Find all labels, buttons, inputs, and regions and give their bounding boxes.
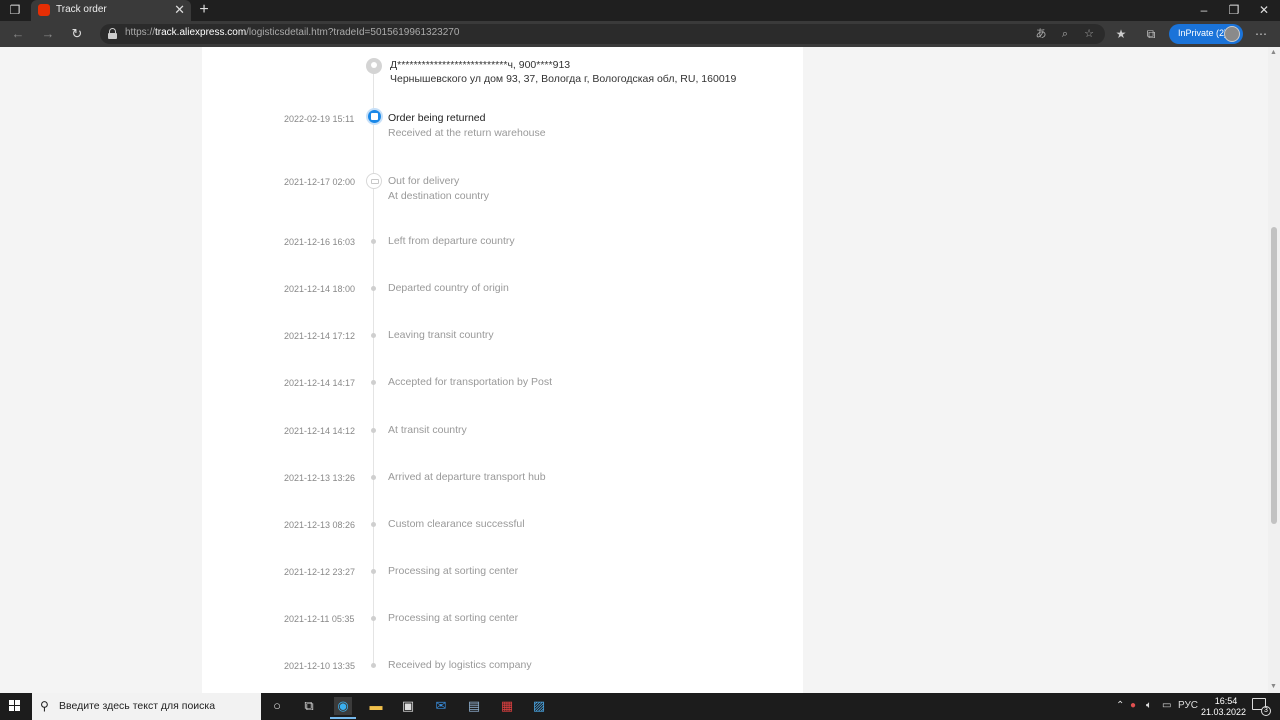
language-indicator[interactable]: РУС	[1178, 700, 1198, 712]
windows-start-icon[interactable]	[9, 700, 21, 712]
restore-button[interactable]: ❐	[1227, 3, 1241, 17]
clock-time[interactable]: 16:54	[1206, 696, 1246, 706]
event-title: Departed country of origin	[388, 282, 509, 294]
timeline-dot	[371, 569, 376, 574]
recipient-name-phone: Д***************************ч, 900****91…	[390, 59, 571, 71]
lock-icon[interactable]	[108, 28, 117, 39]
inprivate-label: InPrivate (2)	[1178, 28, 1228, 38]
event-subtitle: Received at the return warehouse	[388, 127, 546, 139]
file-explorer-icon[interactable]: ▬	[367, 697, 385, 715]
package-icon	[366, 108, 383, 125]
event-time: 2021-12-12 23:27	[284, 567, 356, 577]
timeline-dot	[371, 475, 376, 480]
tab-actions-icon[interactable]: ❐	[8, 3, 22, 17]
timeline-dot	[371, 616, 376, 621]
timeline-dot	[371, 663, 376, 668]
cortana-icon[interactable]: ○	[268, 697, 286, 715]
scroll-up-icon[interactable]: ▲	[1270, 49, 1277, 57]
event-title: Custom clearance successful	[388, 518, 525, 530]
event-time: 2022-02-19 15:11	[284, 114, 355, 124]
timeline-dot	[371, 239, 376, 244]
zoom-icon[interactable]: ⌕	[1058, 27, 1072, 41]
store-icon[interactable]: ▣	[399, 697, 417, 715]
url-text: https://track.aliexpress.com/logisticsde…	[125, 27, 460, 38]
back-button[interactable]: ←	[10, 26, 26, 42]
profile-avatar	[1224, 26, 1240, 42]
timeline-line	[373, 67, 374, 667]
event-title: Left from departure country	[388, 235, 515, 247]
recipient-address: Чернышевского ул дом 93, 37, Вологда г, …	[390, 73, 737, 85]
mail-icon[interactable]: ✉	[432, 697, 450, 715]
tray-app-icon[interactable]: ●	[1130, 700, 1136, 712]
tab-title: Track order	[56, 4, 107, 15]
scrollbar-thumb[interactable]	[1271, 227, 1277, 524]
browser-toolbar: ← → ↻ https://track.aliexpress.com/logis…	[0, 21, 1280, 47]
event-time: 2021-12-10 13:35	[284, 661, 356, 671]
forward-button[interactable]: →	[40, 26, 56, 42]
event-title: Leaving transit country	[388, 329, 494, 341]
smc-app-icon[interactable]: ▦	[498, 697, 516, 715]
windows-taskbar: ⚲ Введите здесь текст для поиска ○ ⧉ ◉ ▬…	[0, 693, 1280, 720]
search-placeholder: Введите здесь текст для поиска	[59, 700, 216, 712]
taskbar-search-box[interactable]: ⚲ Введите здесь текст для поиска	[32, 693, 261, 720]
event-title: At transit country	[388, 424, 467, 436]
network-icon[interactable]: ▭	[1162, 700, 1171, 712]
scroll-down-icon[interactable]: ▼	[1270, 683, 1277, 691]
location-pin-icon	[366, 58, 382, 74]
clock-date[interactable]: 21.03.2022	[1201, 707, 1246, 717]
aliexpress-favicon-icon	[38, 4, 50, 16]
refresh-button[interactable]: ↻	[69, 26, 85, 42]
event-title: Processing at sorting center	[388, 565, 519, 577]
search-icon: ⚲	[40, 699, 49, 713]
close-window-button[interactable]: ✕	[1257, 3, 1271, 17]
favorites-icon[interactable]: ★	[1113, 26, 1129, 42]
browser-tab-strip: ❐ Track order ✕ + – ❐ ✕	[0, 0, 1280, 21]
truck-icon	[366, 173, 382, 189]
timeline-dot	[371, 286, 376, 291]
event-time: 2021-12-14 17:12	[284, 331, 356, 341]
event-time: 2021-12-14 14:17	[284, 378, 356, 388]
close-tab-icon[interactable]: ✕	[174, 2, 185, 18]
page-content: Д***************************ч, 900****91…	[0, 47, 1280, 693]
more-menu-icon[interactable]: ⋯	[1253, 26, 1269, 42]
event-time: 2021-12-13 08:26	[284, 520, 356, 530]
tab-track-order[interactable]: Track order ✕	[31, 0, 191, 21]
scrollbar[interactable]: ▲ ▼	[1268, 47, 1280, 693]
event-title: Received by logistics company	[388, 659, 532, 671]
show-hidden-icons-icon[interactable]: ⌃	[1116, 700, 1124, 712]
event-time: 2021-12-13 13:26	[284, 473, 356, 483]
event-time: 2021-12-11 05:35	[284, 614, 355, 624]
task-view-icon[interactable]: ⧉	[300, 697, 318, 715]
collections-icon[interactable]: ⧉	[1143, 26, 1159, 42]
event-time: 2021-12-14 18:00	[284, 284, 356, 294]
volume-icon[interactable]: 🔈︎	[1146, 700, 1152, 712]
read-aloud-icon[interactable]: あ	[1034, 27, 1048, 41]
notification-count: 3	[1261, 706, 1271, 716]
add-favorite-icon[interactable]: ☆	[1082, 27, 1096, 41]
tracking-card	[202, 47, 803, 693]
minimize-button[interactable]: –	[1197, 3, 1211, 17]
timeline-dot	[371, 333, 376, 338]
photos-icon[interactable]: ▨	[530, 697, 548, 715]
timeline-dot	[371, 380, 376, 385]
address-bar[interactable]: https://track.aliexpress.com/logisticsde…	[100, 24, 1105, 44]
timeline-dot	[371, 428, 376, 433]
event-title: Out for delivery	[388, 175, 460, 187]
inprivate-button[interactable]: InPrivate (2)	[1169, 24, 1243, 44]
event-title: Order being returned	[388, 112, 486, 124]
event-title: Accepted for transportation by Post	[388, 376, 553, 388]
event-time: 2021-12-14 14:12	[284, 426, 356, 436]
event-title: Arrived at departure transport hub	[388, 471, 546, 483]
event-time: 2021-12-17 02:00	[284, 177, 356, 187]
event-subtitle: At destination country	[388, 190, 489, 202]
timeline-dot	[371, 522, 376, 527]
event-time: 2021-12-16 16:03	[284, 237, 356, 247]
event-title: Processing at sorting center	[388, 612, 519, 624]
edge-browser-icon[interactable]: ◉	[330, 697, 356, 719]
notepad-icon[interactable]: ▤	[465, 697, 483, 715]
new-tab-button[interactable]: +	[197, 1, 211, 19]
